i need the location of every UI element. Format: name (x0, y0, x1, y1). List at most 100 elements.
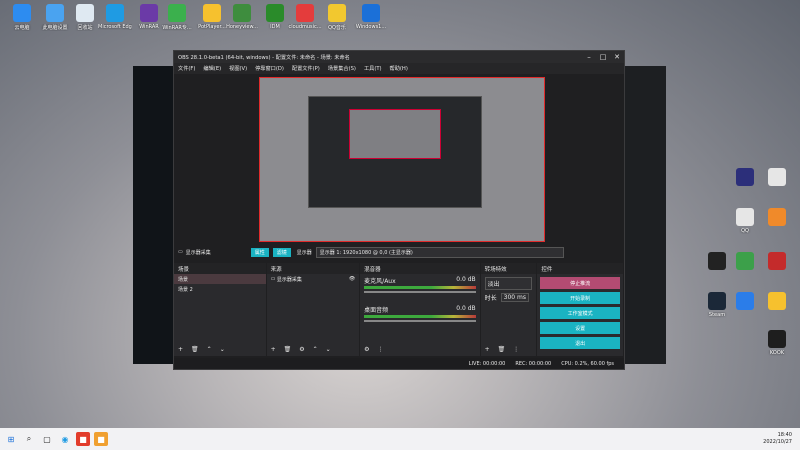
desktop-icon[interactable] (760, 168, 794, 188)
exit-button[interactable]: 退出 (540, 337, 621, 349)
taskbar: ⊞ ⌕ ▢ ◉ ■ ■ 18:40 2022/10/27 (0, 428, 800, 450)
desktop-icon[interactable]: Microsoft Edge (98, 4, 132, 30)
mixer-channel-db: 0.0 dB (456, 276, 476, 283)
dock-row: 场景 场景 场景 2 + 🗑 ⌃ ⌄ 来源 ▭ 显示器采集 👁 + 🗑 ⚙ ⌃ (174, 263, 624, 356)
menu-edit[interactable]: 编辑(E) (199, 65, 225, 72)
chevron-down-icon[interactable]: ⌄ (326, 346, 331, 353)
menu-profile[interactable]: 配置文件(P) (288, 65, 324, 72)
potplayer-icon (203, 4, 221, 22)
desktop-icon[interactable]: Windows1... (354, 4, 388, 30)
add-icon[interactable]: + (271, 346, 276, 353)
trash-icon[interactable]: 🗑 (498, 346, 506, 353)
scene-item[interactable]: 场景 (174, 274, 266, 284)
chevron-up-icon[interactable]: ⌃ (207, 346, 212, 353)
desktop-icon[interactable] (728, 292, 762, 312)
task-view-icon[interactable]: ▢ (40, 432, 54, 446)
volume-slider[interactable] (364, 320, 476, 322)
properties-button[interactable]: 属性 (250, 247, 269, 257)
desktop-icon[interactable]: Honeyview... (225, 4, 259, 30)
app-taskbar-icon[interactable]: ■ (76, 432, 90, 446)
add-icon[interactable]: + (178, 346, 183, 353)
desktop-icon[interactable]: QQ (728, 208, 762, 234)
settings-icon (46, 4, 64, 22)
menu-view[interactable]: 视图(V) (225, 65, 251, 72)
desktop-icon-label: Windows1... (355, 24, 387, 30)
chevron-up-icon[interactable]: ⌃ (313, 346, 318, 353)
desktop-icon-label: IDM (270, 24, 280, 30)
menu-docks[interactable]: 停靠窗口(D) (251, 65, 288, 72)
more-icon[interactable]: ⋮ (378, 346, 384, 353)
app-taskbar-icon[interactable]: ■ (94, 432, 108, 446)
chevron-down-icon[interactable]: ⌄ (220, 346, 225, 353)
scenes-dock: 场景 场景 场景 2 + 🗑 ⌃ ⌄ (174, 263, 266, 356)
desktop-icon-label: WinRAR专... (162, 25, 192, 31)
scenes-title: 场景 (178, 266, 190, 273)
desktop-icon[interactable]: 回收站 (68, 4, 102, 31)
close-icon[interactable]: ✕ (610, 53, 624, 61)
desktop-icon[interactable]: WinRAR专... (160, 4, 194, 31)
desktop-icon[interactable]: cloudmusic... (288, 4, 322, 30)
windows-start-icon[interactable]: ⊞ (4, 432, 18, 446)
monitor-icon: ▭ (178, 249, 183, 255)
trash-icon[interactable]: 🗑 (284, 346, 292, 353)
desktop-icon[interactable] (728, 168, 762, 188)
more-icon[interactable]: ⋮ (513, 346, 519, 353)
transitions-dock: 转场特效 淡出 时长 300 ms + 🗑 ⋮ (480, 263, 537, 356)
transition-select[interactable]: 淡出 (484, 277, 533, 290)
clock[interactable]: 18:40 2022/10/27 (763, 432, 792, 446)
selected-source-label: 显示器采集 (185, 249, 211, 256)
preview-canvas[interactable] (259, 77, 545, 242)
gear-icon[interactable]: ⚙ (299, 346, 304, 353)
filters-button[interactable]: 滤镜 (272, 247, 291, 257)
desktop-icon[interactable]: 云电脑 (5, 4, 39, 31)
desktop-icon[interactable] (760, 292, 794, 312)
studio-mode-button[interactable]: 工作室模式 (540, 307, 621, 319)
maximize-icon[interactable]: □ (596, 53, 610, 61)
desktop-icon[interactable]: IDM (258, 4, 292, 30)
desktop-icon[interactable]: 此电脑设置 (38, 4, 72, 31)
stop-streaming-button[interactable]: 停止推流 (540, 277, 621, 289)
preview-nested-window-2 (349, 109, 441, 159)
start-recording-button[interactable]: 开始录制 (540, 292, 621, 304)
menu-tools[interactable]: 工具(T) (360, 65, 386, 72)
winrar-icon (140, 4, 158, 22)
eye-icon[interactable]: 👁 (349, 276, 355, 282)
desktop-icon[interactable]: KOOK (760, 330, 794, 356)
menu-help[interactable]: 帮助(H) (386, 65, 412, 72)
volume-slider[interactable] (364, 291, 476, 293)
minimize-icon[interactable]: – (582, 53, 596, 61)
app-icon (768, 292, 786, 310)
gear-icon[interactable]: ⚙ (364, 346, 369, 353)
obs-window[interactable]: OBS 28.1.0-beta1 (64-bit, windows) - 配置文… (173, 50, 625, 370)
source-toolbar: ▭ 显示器采集 属性 滤镜 显示器 显示器 1: 1920x1080 @ 0,0… (174, 246, 624, 258)
display-select[interactable]: 显示器 1: 1920x1080 @ 0,0 (主显示器) (315, 246, 564, 258)
desktop-icon-label: KOOK (769, 350, 785, 356)
controls-title: 控件 (541, 266, 553, 273)
obs-titlebar[interactable]: OBS 28.1.0-beta1 (64-bit, windows) - 配置文… (174, 51, 624, 63)
edge-taskbar-icon[interactable]: ◉ (58, 432, 72, 446)
source-item[interactable]: ▭ 显示器采集 👁 (267, 274, 360, 284)
desktop-icon[interactable]: PotPlayer... (195, 4, 229, 30)
volume-meter (364, 286, 476, 289)
scene-item[interactable]: 场景 2 (174, 284, 266, 294)
mixer-channel-name: 桌面音频 (364, 307, 389, 314)
desktop-icon[interactable] (760, 208, 794, 228)
desktop-icon-label: Steam (708, 312, 726, 318)
desktop-icon[interactable]: QQ音乐 (320, 4, 354, 31)
desktop-icon-label: QQ音乐 (328, 25, 346, 31)
search-icon[interactable]: ⌕ (22, 432, 36, 446)
background-app-window-right[interactable] (620, 66, 666, 364)
kook-icon (768, 330, 786, 348)
desktop-icon-label: PotPlayer... (198, 24, 226, 30)
menu-scene-collection[interactable]: 场景集合(S) (324, 65, 360, 72)
desktop-icon-label: Microsoft Edge (98, 24, 132, 30)
menu-file[interactable]: 文件(F) (174, 65, 199, 72)
windows-icon (362, 4, 380, 22)
add-icon[interactable]: + (485, 346, 490, 353)
desktop-icon[interactable] (760, 252, 794, 272)
settings-button[interactable]: 设置 (540, 322, 621, 334)
obs-menubar: 文件(F) 编辑(E) 视图(V) 停靠窗口(D) 配置文件(P) 场景集合(S… (174, 63, 624, 74)
duration-input[interactable]: 300 ms (500, 293, 529, 302)
trash-icon[interactable]: 🗑 (191, 346, 199, 353)
desktop-icon[interactable] (728, 252, 762, 272)
